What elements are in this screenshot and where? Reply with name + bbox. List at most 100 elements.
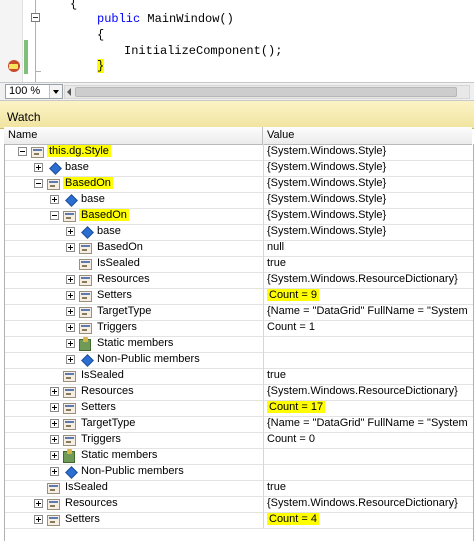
expand-icon[interactable] xyxy=(66,227,75,236)
watch-row-value[interactable]: {System.Windows.Style} xyxy=(267,177,386,189)
watch-row-name: Triggers xyxy=(97,321,137,333)
watch-row-name: IsSealed xyxy=(97,257,140,269)
code-line-2[interactable]: public MainWindow() xyxy=(97,12,234,26)
zoom-combobox[interactable]: 100 % xyxy=(5,84,63,99)
watch-row[interactable]: base {System.Windows.Style} xyxy=(5,160,473,177)
expand-icon[interactable] xyxy=(66,243,75,252)
expand-icon[interactable] xyxy=(50,403,59,412)
expand-icon[interactable] xyxy=(66,355,75,364)
watch-row[interactable]: TargetType {Name = "DataGrid" FullName =… xyxy=(5,304,473,321)
watch-row-value[interactable]: {System.Windows.Style} xyxy=(267,209,386,221)
expand-icon[interactable] xyxy=(66,323,75,332)
expand-icon[interactable] xyxy=(66,339,75,348)
watch-row[interactable]: BasedOn {System.Windows.Style} xyxy=(5,176,473,193)
watch-row[interactable]: Non-Public members xyxy=(5,464,473,481)
expand-icon[interactable] xyxy=(50,195,59,204)
watch-row[interactable]: IsSealed true xyxy=(5,368,473,385)
watch-row[interactable]: Resources {System.Windows.ResourceDictio… xyxy=(5,272,473,289)
watch-row[interactable]: IsSealed true xyxy=(5,256,473,273)
column-header-name[interactable]: Name xyxy=(8,129,37,141)
watch-row-name: Static members xyxy=(97,337,174,349)
expand-icon[interactable] xyxy=(66,307,75,316)
code-keyword: public xyxy=(97,12,141,26)
property-icon xyxy=(79,307,92,318)
watch-row[interactable]: Setters Count = 9 xyxy=(5,288,473,305)
expand-icon[interactable] xyxy=(50,467,59,476)
watch-row[interactable]: Resources {System.Windows.ResourceDictio… xyxy=(5,384,473,401)
watch-row-value[interactable]: true xyxy=(267,369,286,381)
watch-row-value[interactable]: {System.Windows.Style} xyxy=(267,225,386,237)
watch-row-value[interactable]: true xyxy=(267,257,286,269)
watch-row-value[interactable]: Count = 4 xyxy=(267,513,320,525)
collapse-icon[interactable] xyxy=(50,211,59,220)
watch-row-value[interactable]: {System.Windows.ResourceDictionary} xyxy=(267,273,458,285)
watch-row-value[interactable]: Count = 0 xyxy=(267,433,315,445)
watch-row[interactable]: Triggers Count = 1 xyxy=(5,320,473,337)
watch-row-value[interactable]: true xyxy=(267,481,286,493)
watch-row[interactable]: Static members xyxy=(5,336,473,353)
collapse-icon[interactable] xyxy=(34,179,43,188)
watch-row-value[interactable]: {System.Windows.ResourceDictionary} xyxy=(267,497,458,509)
watch-row[interactable]: Resources {System.Windows.ResourceDictio… xyxy=(5,496,473,513)
expand-icon[interactable] xyxy=(66,275,75,284)
static-members-icon xyxy=(63,449,75,463)
watch-row-value[interactable]: {System.Windows.ResourceDictionary} xyxy=(267,385,458,397)
property-icon xyxy=(63,403,76,414)
property-icon xyxy=(63,435,76,446)
expand-icon[interactable] xyxy=(66,291,75,300)
watch-row[interactable]: TargetType {Name = "DataGrid" FullName =… xyxy=(5,416,473,433)
watch-window-title-bar[interactable]: Watch xyxy=(0,101,474,129)
expand-icon[interactable] xyxy=(50,387,59,396)
code-line-1[interactable]: { xyxy=(70,0,77,11)
column-header-value[interactable]: Value xyxy=(267,129,294,141)
watch-row-value[interactable]: null xyxy=(267,241,284,253)
watch-row-name: IsSealed xyxy=(65,481,108,493)
watch-row-name: base xyxy=(65,161,89,173)
collapse-icon[interactable] xyxy=(18,147,27,156)
watch-row-value[interactable]: {System.Windows.Style} xyxy=(267,193,386,205)
field-icon xyxy=(49,162,62,175)
expand-icon[interactable] xyxy=(34,499,43,508)
scrollbar-thumb[interactable] xyxy=(75,87,457,97)
watch-row-name: TargetType xyxy=(97,305,152,317)
watch-row-value[interactable]: Count = 9 xyxy=(267,289,320,301)
zoom-value: 100 % xyxy=(9,85,41,97)
watch-row[interactable]: Static members xyxy=(5,448,473,465)
collapse-outline-icon[interactable] xyxy=(31,13,40,22)
code-text: { xyxy=(70,0,78,11)
code-line-5[interactable]: } xyxy=(97,59,105,73)
watch-row-value[interactable]: Count = 1 xyxy=(267,321,315,333)
expand-icon[interactable] xyxy=(34,515,43,524)
watch-row[interactable]: Setters Count = 17 xyxy=(5,400,473,417)
horizontal-scrollbar[interactable] xyxy=(64,85,470,99)
watch-row[interactable]: IsSealed true xyxy=(5,480,473,497)
watch-row[interactable]: Setters Count = 4 xyxy=(5,512,473,529)
code-line-4[interactable]: InitializeComponent(); xyxy=(124,44,282,58)
watch-row-value[interactable]: {Name = "DataGrid" FullName = "System xyxy=(267,305,468,317)
watch-row[interactable]: BasedOn null xyxy=(5,240,473,257)
watch-row-value[interactable]: {Name = "DataGrid" FullName = "System xyxy=(267,417,468,429)
expand-icon[interactable] xyxy=(50,419,59,428)
code-editor[interactable]: { public MainWindow() { InitializeCompon… xyxy=(0,0,474,82)
watch-row-name: BasedOn xyxy=(63,177,113,189)
expand-icon[interactable] xyxy=(50,451,59,460)
property-icon xyxy=(79,291,92,302)
chevron-down-icon[interactable] xyxy=(49,85,62,98)
watch-row[interactable]: this.dg.Style {System.Windows.Style} xyxy=(5,144,473,161)
watch-row[interactable]: BasedOn {System.Windows.Style} xyxy=(5,208,473,225)
expand-icon[interactable] xyxy=(50,435,59,444)
watch-row-value[interactable]: {System.Windows.Style} xyxy=(267,161,386,173)
property-icon xyxy=(79,323,92,334)
change-tracking-bar xyxy=(24,40,28,74)
watch-row-value[interactable]: Count = 17 xyxy=(267,401,326,413)
watch-row[interactable]: base {System.Windows.Style} xyxy=(5,192,473,209)
static-members-icon xyxy=(79,337,91,351)
code-line-3[interactable]: { xyxy=(97,28,104,42)
scroll-left-arrow-icon[interactable] xyxy=(67,88,71,96)
expand-icon[interactable] xyxy=(34,163,43,172)
watch-row-value[interactable]: {System.Windows.Style} xyxy=(267,145,386,157)
column-divider[interactable] xyxy=(262,127,263,144)
watch-row[interactable]: base {System.Windows.Style} xyxy=(5,224,473,241)
watch-row[interactable]: Triggers Count = 0 xyxy=(5,432,473,449)
watch-row[interactable]: Non-Public members xyxy=(5,352,473,369)
